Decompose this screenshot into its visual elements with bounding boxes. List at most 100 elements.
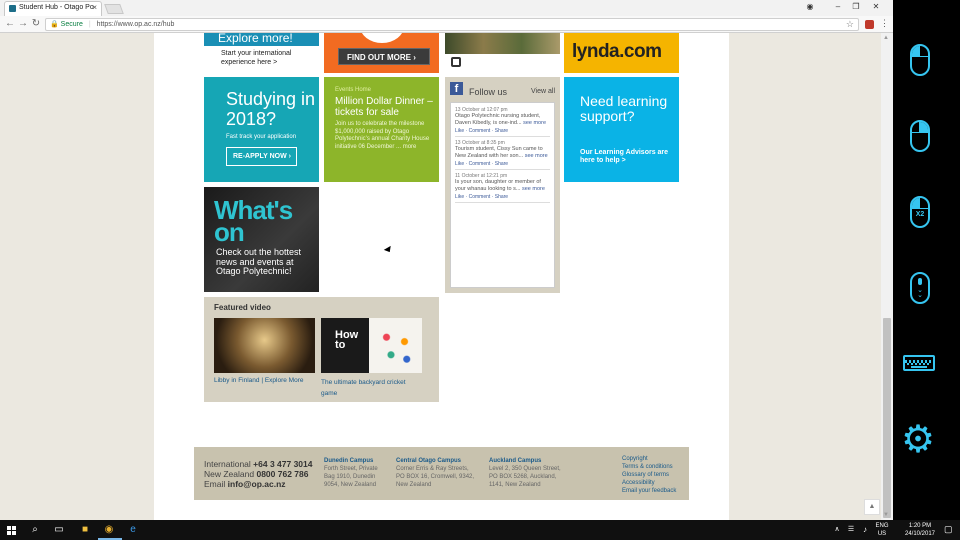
explore-heading: Explore more! <box>204 33 319 46</box>
volume-icon[interactable]: ♪ <box>860 523 870 537</box>
extension-icon[interactable] <box>865 20 874 29</box>
left-click-icon[interactable] <box>910 44 930 76</box>
url-input[interactable]: 🔒 Secure | https://www.op.ac.nz/hub ☆ <box>45 18 859 31</box>
start-square <box>12 531 16 535</box>
see-more-link[interactable]: see more <box>523 120 546 126</box>
instagram-icon[interactable] <box>451 57 461 67</box>
explore-text[interactable]: Start your international experience here… <box>221 49 316 67</box>
start-square <box>7 526 11 530</box>
browser-chrome: Student Hub - Otago Po × ◉ – ❐ ✕ ← → ↻ 🔒… <box>0 0 893 33</box>
right-button-fill <box>920 122 928 132</box>
title-bar: Student Hub - Otago Po × ◉ – ❐ ✕ <box>0 0 893 16</box>
account-icon[interactable]: ◉ <box>802 1 818 13</box>
how-to-label: How to <box>321 318 369 373</box>
post-actions[interactable]: Like · Comment · Share <box>455 161 550 167</box>
start-square <box>12 526 16 530</box>
post-text: Tourism student, Cissy Sun came to New Z… <box>455 146 550 160</box>
nz-phone[interactable]: 0800 762 786 <box>256 469 308 479</box>
event-heading[interactable]: Million Dollar Dinner – tickets for sale <box>335 96 433 118</box>
whats-on-tile[interactable]: What's on Check out the hottest news and… <box>204 187 319 292</box>
video-thumbnail-finland[interactable] <box>214 318 315 373</box>
reload-icon[interactable]: ↻ <box>30 18 42 29</box>
clock[interactable]: 1:20 PM 24/10/2017 <box>900 522 940 538</box>
page-content: Explore more! Start your international e… <box>154 33 880 520</box>
minimize-button[interactable]: – <box>830 1 846 13</box>
favicon-icon <box>9 5 16 12</box>
language-indicator[interactable]: ENG US <box>874 522 890 538</box>
event-category[interactable]: Events Home <box>335 87 371 93</box>
settings-gear-icon[interactable]: ⚙ <box>901 421 935 459</box>
video-caption-cricket[interactable]: The ultimate backyard cricket game <box>321 377 421 399</box>
facebook-feed[interactable]: 13 October at 12:07 pm Otago Polytechnic… <box>450 102 555 288</box>
scroll-up-icon[interactable]: ▲ <box>883 35 889 41</box>
close-tab-icon[interactable]: × <box>92 3 97 12</box>
forward-icon[interactable]: → <box>17 18 29 29</box>
learning-support-tile[interactable]: Need learning support? Our Learning Advi… <box>564 77 679 182</box>
footer-link-accessibility[interactable]: Accessibility <box>622 479 676 487</box>
task-view-icon[interactable]: ▭ <box>52 523 66 537</box>
scroll-down-icon[interactable]: ▼ <box>883 512 889 518</box>
new-tab-button[interactable] <box>104 4 124 14</box>
page-scrollbar[interactable]: ▲ ▼ <box>881 33 893 520</box>
campus-name[interactable]: Auckland Campus <box>489 457 569 465</box>
lynda-tile[interactable]: lynda.com <box>564 33 679 73</box>
re-apply-button[interactable]: RE-APPLY NOW › <box>226 147 297 166</box>
footer-link-copyright[interactable]: Copyright <box>622 455 676 463</box>
bookmark-star-icon[interactable]: ☆ <box>846 19 854 30</box>
scroll-wheel-icon[interactable]: ⌄ ⌄ <box>910 272 930 304</box>
file-explorer-icon[interactable]: ■ <box>78 523 92 537</box>
double-click-icon[interactable]: X2 <box>910 196 930 228</box>
footer-link-terms[interactable]: Terms & conditions <box>622 463 676 471</box>
lock-icon: 🔒 <box>50 21 59 28</box>
network-icon[interactable]: ☰ <box>846 523 856 537</box>
learning-advisors-link[interactable]: Our Learning Advisors are here to help > <box>580 149 670 165</box>
ie-taskbar-icon[interactable]: e <box>126 523 140 537</box>
event-body: Join us to celebrate the milestone $1,00… <box>335 121 430 150</box>
explore-more-tile[interactable]: Explore more! Start your international e… <box>204 33 319 73</box>
post-actions[interactable]: Like · Comment · Share <box>455 128 550 134</box>
menu-icon[interactable]: ⋮ <box>880 18 889 29</box>
intl-phone[interactable]: +64 3 477 3014 <box>253 459 312 469</box>
double-click-label: X2 <box>915 211 925 218</box>
instagram-photo-tile[interactable] <box>445 33 560 73</box>
re-apply-label: RE-APPLY NOW <box>233 153 287 160</box>
scrollbar-thumb[interactable] <box>883 318 891 518</box>
notifications-icon[interactable]: ▢ <box>944 524 953 535</box>
video-caption-finland[interactable]: Libby in Finland | Explore More <box>214 377 303 384</box>
back-icon[interactable]: ← <box>4 18 16 29</box>
campus-name[interactable]: Central Otago Campus <box>396 457 476 465</box>
intl-label: International <box>204 459 251 469</box>
lynda-logo: lynda.com <box>572 41 662 62</box>
see-more-link[interactable]: see more <box>522 186 545 192</box>
keyboard-icon[interactable] <box>903 355 935 371</box>
footer-link-feedback[interactable]: Email your feedback <box>622 487 676 495</box>
campus-name[interactable]: Dunedin Campus <box>324 457 386 465</box>
touch-control-panel: X2 ⌄ ⌄ ⚙ <box>893 0 960 540</box>
post-actions[interactable]: Like · Comment · Share <box>455 194 550 200</box>
tray-chevron-icon[interactable]: ∧ <box>832 523 842 537</box>
mouse-split <box>912 56 928 57</box>
view-all-link[interactable]: View all <box>531 88 555 95</box>
close-window-button[interactable]: ✕ <box>868 1 884 13</box>
address-bar: ← → ↻ 🔒 Secure | https://www.op.ac.nz/hu… <box>0 16 893 33</box>
facebook-icon[interactable]: f <box>450 82 463 95</box>
campus-dunedin: Dunedin Campus Forth Street, Private Bag… <box>324 457 386 489</box>
instagram-photo <box>445 33 560 54</box>
find-out-more-button[interactable]: FIND OUT MORE › <box>338 48 430 65</box>
email-link[interactable]: info@op.ac.nz <box>228 479 286 489</box>
search-icon[interactable]: ⌕ <box>28 523 42 537</box>
windows-start-icon[interactable] <box>6 523 18 537</box>
see-more-link[interactable]: see more <box>525 153 548 159</box>
video-thumbnail-cricket[interactable]: How to <box>321 318 422 373</box>
browser-tab[interactable]: Student Hub - Otago Po × <box>4 1 102 16</box>
cricket-collage <box>373 324 418 368</box>
restore-button[interactable]: ❐ <box>848 1 864 13</box>
start-square <box>7 531 11 535</box>
mouse-mid <box>919 46 920 56</box>
dinner-event-tile[interactable]: Events Home Million Dollar Dinner – tick… <box>324 77 439 182</box>
chrome-taskbar-icon[interactable]: ◉ <box>102 523 116 537</box>
secure-label: Secure <box>60 21 83 28</box>
back-to-top-button[interactable]: ▲ <box>864 499 880 515</box>
footer-link-glossary[interactable]: Glossary of terms <box>622 471 676 479</box>
right-click-icon[interactable] <box>910 120 930 152</box>
